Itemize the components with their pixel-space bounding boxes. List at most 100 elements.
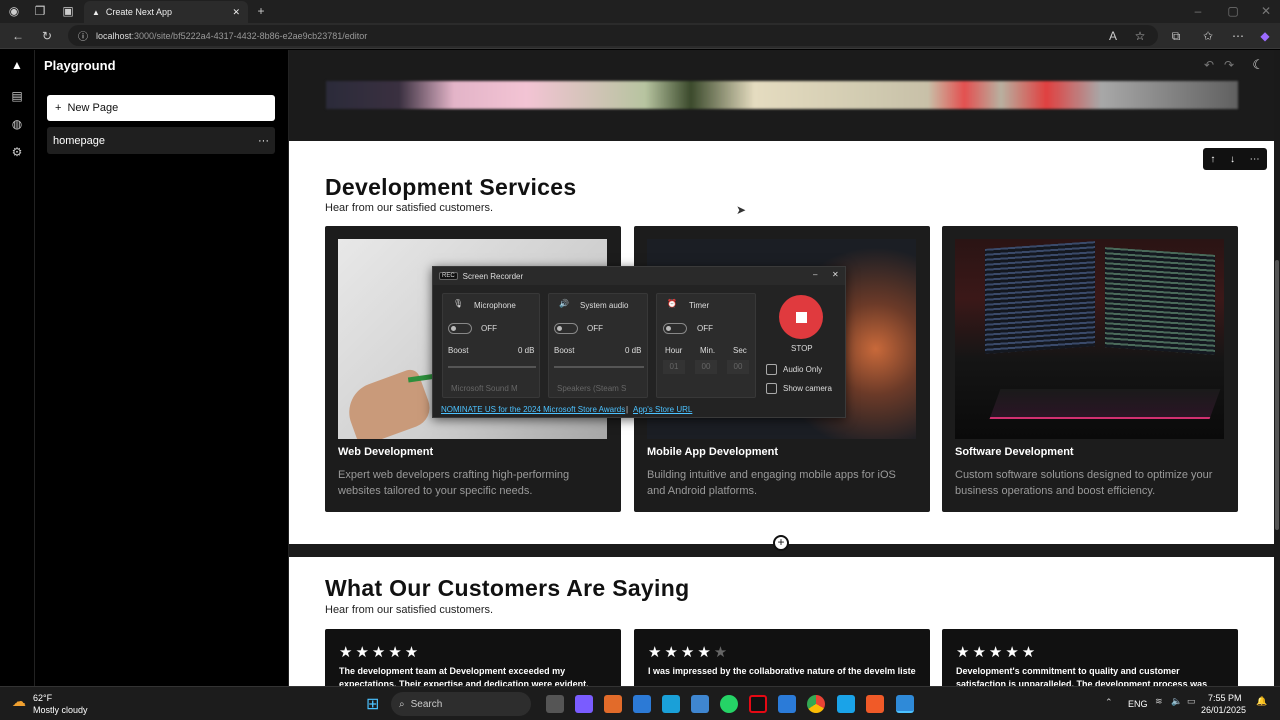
info-icon[interactable]: ⓘ [78, 28, 88, 43]
testimonial-card[interactable]: ★★★★★ I was impressed by the collaborati… [634, 629, 930, 686]
hour-input[interactable]: 01 [663, 360, 685, 374]
recorder-close-icon[interactable]: ✕ [832, 270, 839, 279]
timer-panel: ⏰ Timer OFF Hour Min. Sec 01 00 00 [656, 293, 756, 398]
section-more-icon[interactable]: ⋯ [1250, 154, 1260, 165]
battery-icon[interactable]: ▭ [1187, 696, 1196, 707]
service-card-title: Software Development [955, 446, 1074, 458]
testimonials-subtitle: Hear from our satisfied customers. [325, 604, 494, 616]
services-title: Development Services [325, 174, 577, 200]
microphone-toggle[interactable] [448, 323, 472, 334]
whatsapp-icon[interactable] [720, 695, 738, 713]
redo-icon[interactable]: ↷ [1224, 58, 1234, 72]
screen-recorder-task-icon[interactable] [896, 695, 914, 713]
nominate-link[interactable]: NOMINATE US for the 2024 Microsoft Store… [441, 405, 625, 414]
dark-mode-moon-icon[interactable]: ☾ [1252, 57, 1264, 73]
back-icon[interactable]: ← [10, 28, 26, 44]
chrome-icon[interactable] [807, 695, 825, 713]
star-rating-icon: ★★★★★ [956, 644, 1039, 661]
boost-slider[interactable] [554, 366, 644, 368]
theme-palette-icon[interactable]: ◍ [9, 116, 25, 132]
wifi-icon[interactable]: ≋ [1155, 696, 1163, 707]
blender-icon[interactable] [604, 695, 622, 713]
tab-actions-icon[interactable]: ▣ [60, 3, 76, 19]
system-audio-toggle[interactable] [554, 323, 578, 334]
audio-only-label: Audio Only [783, 365, 823, 374]
url-path: :3000/site/bf5222a4-4317-4432-8b86-e2ae9… [131, 30, 368, 41]
minimize-window-icon[interactable]: – [1190, 3, 1206, 19]
speaker-device-select[interactable]: Speakers (Steam S [557, 384, 626, 393]
add-section-icon[interactable]: + [773, 535, 789, 551]
show-camera-checkbox[interactable] [766, 383, 777, 394]
recorder-title-bar[interactable]: REC Screen Recorder [433, 267, 845, 285]
read-aloud-icon[interactable]: A [1105, 28, 1121, 44]
hero-image [326, 81, 1238, 109]
clock-date[interactable]: 26/01/2025 [1201, 705, 1246, 715]
workspaces-icon[interactable]: ❐ [32, 3, 48, 19]
notification-bell-icon[interactable]: 🔔 [1256, 696, 1267, 707]
tab-close-icon[interactable]: ✕ [232, 7, 240, 18]
scrollbar-thumb[interactable] [1275, 260, 1279, 530]
vscode-icon[interactable] [633, 695, 651, 713]
store-url-link[interactable]: App's Store URL [633, 405, 692, 414]
favorite-star-icon[interactable]: ☆ [1132, 28, 1148, 44]
microphone-device-select[interactable]: Microsoft Sound M [451, 384, 518, 393]
tab-title: Create Next App [105, 7, 172, 17]
page-item-homepage[interactable]: homepage ··· [47, 127, 275, 154]
browser-tab[interactable]: ▲ Create Next App ✕ [84, 1, 248, 23]
screen-recorder-window[interactable]: REC Screen Recorder – ✕ 🎙 Microphone OFF… [432, 266, 846, 418]
service-card-title: Mobile App Development [647, 446, 778, 458]
app-l-icon[interactable] [837, 695, 855, 713]
weather-icon[interactable]: ☁ [12, 693, 26, 710]
testimonials-section[interactable]: What Our Customers Are Saying Hear from … [289, 557, 1274, 686]
store-icon[interactable] [691, 695, 709, 713]
close-window-icon[interactable]: ✕ [1258, 3, 1274, 19]
service-card-software[interactable]: Software Development Custom software sol… [942, 226, 1238, 512]
favorites-icon[interactable]: ✩ [1200, 28, 1216, 44]
profile-icon[interactable]: ◉ [6, 3, 22, 19]
system-audio-panel: 🔊 System audio OFF Boost 0 dB Speakers (… [548, 293, 648, 398]
copilot-icon[interactable]: ◆ [1257, 28, 1273, 44]
undo-icon[interactable]: ↶ [1204, 58, 1214, 72]
page-scrollbar[interactable] [1274, 50, 1280, 686]
new-page-button[interactable]: + New Page [47, 95, 275, 121]
sec-input[interactable]: 00 [727, 360, 749, 374]
task-view-icon[interactable] [546, 695, 564, 713]
boost-label: Boost [448, 346, 469, 355]
testimonials-title: What Our Customers Are Saying [325, 575, 690, 601]
stop-button[interactable] [779, 295, 823, 339]
timer-toggle[interactable] [663, 323, 687, 334]
recorder-minimize-icon[interactable]: – [813, 270, 817, 279]
refresh-icon[interactable]: ↻ [39, 28, 55, 44]
settings-gear-icon[interactable]: ⚙ [9, 144, 25, 160]
tray-chevron-icon[interactable]: ⌃ [1105, 697, 1113, 708]
copilot-app-icon[interactable] [575, 695, 593, 713]
move-down-icon[interactable]: ↓ [1230, 154, 1235, 165]
search-icon: ⌕ [399, 698, 405, 710]
volume-icon[interactable]: 🔈 [1171, 696, 1182, 707]
weather-temp[interactable]: 62°F [33, 693, 52, 703]
address-bar[interactable]: ⓘ localhost:3000/site/bf5222a4-4317-4432… [68, 25, 1158, 46]
page-item-label: homepage [53, 134, 105, 147]
page-options-icon[interactable]: ··· [258, 135, 269, 147]
move-up-icon[interactable]: ↑ [1210, 154, 1215, 165]
netflix-icon[interactable] [749, 695, 767, 713]
boost-value: 0 dB [518, 346, 535, 355]
postman-icon[interactable] [866, 695, 884, 713]
testimonial-card[interactable]: ★★★★★ Development's commitment to qualit… [942, 629, 1238, 686]
start-windows-icon[interactable]: ⊞ [366, 694, 379, 714]
testimonial-card[interactable]: ★★★★★ The development team at Developmen… [325, 629, 621, 686]
pages-icon[interactable]: ▤ [9, 88, 25, 104]
min-input[interactable]: 00 [695, 360, 717, 374]
edge-icon[interactable] [662, 695, 680, 713]
language-indicator[interactable]: ENG [1128, 699, 1148, 709]
split-screen-icon[interactable]: ⧉ [1168, 28, 1184, 44]
clock-time[interactable]: 7:55 PM [1208, 693, 1242, 703]
files-icon[interactable] [778, 695, 796, 713]
more-menu-icon[interactable]: ⋯ [1230, 28, 1246, 44]
new-tab-icon[interactable]: + [253, 3, 269, 19]
maximize-window-icon[interactable]: ▢ [1225, 3, 1241, 19]
audio-only-checkbox[interactable] [766, 364, 777, 375]
weather-desc[interactable]: Mostly cloudy [33, 705, 88, 715]
boost-slider[interactable] [448, 366, 536, 368]
taskbar-search[interactable]: ⌕ Search [391, 692, 531, 716]
